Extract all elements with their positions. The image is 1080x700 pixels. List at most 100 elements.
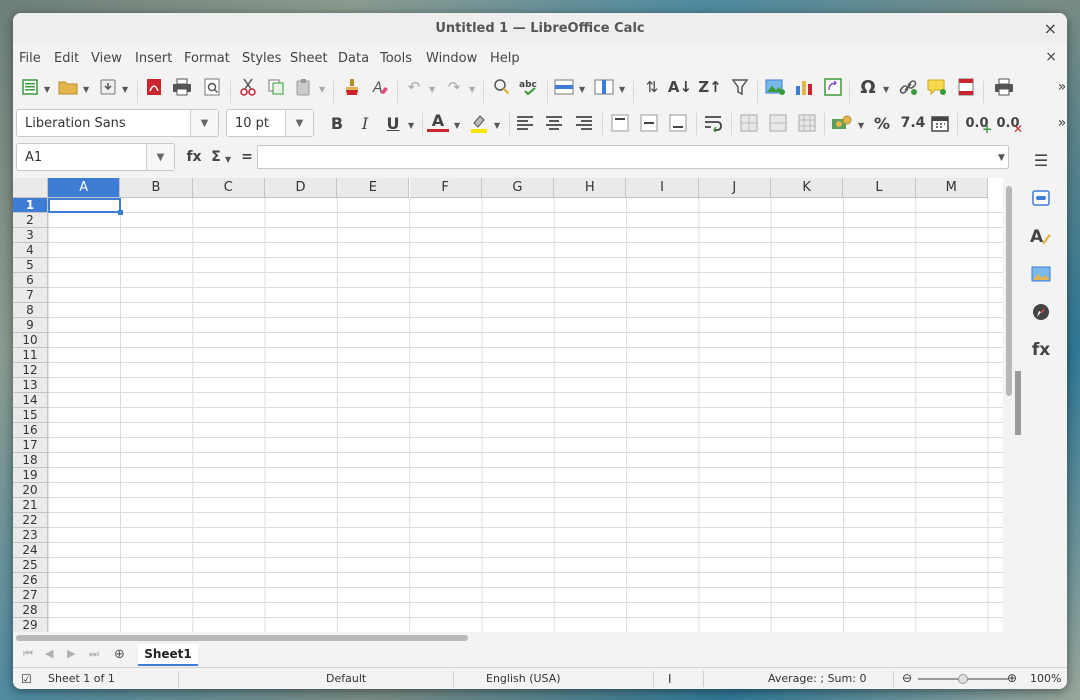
font-name-combo[interactable]: Liberation Sans ▼ (16, 109, 219, 137)
sort-ascending-icon[interactable]: A↓ (668, 76, 692, 98)
row-header-7[interactable]: 7 (13, 288, 48, 303)
insert-image-icon[interactable] (764, 76, 786, 98)
sort-descending-icon[interactable]: Z↑ (698, 76, 721, 98)
add-decimal-button[interactable]: 0.0 + (964, 112, 992, 137)
special-character-icon[interactable]: Ω (857, 76, 879, 98)
column-header-b[interactable]: B (120, 178, 193, 198)
row-header-5[interactable]: 5 (13, 258, 48, 273)
styles-icon[interactable]: A (1030, 225, 1052, 247)
sidebar-collapse-handle[interactable] (1015, 371, 1021, 435)
open-folder-icon[interactable] (57, 76, 79, 98)
expand-formula-icon[interactable]: ▼ (998, 153, 1005, 163)
row-header-28[interactable]: 28 (13, 603, 48, 618)
horizontal-scrollbar[interactable] (13, 632, 1003, 644)
row-header-20[interactable]: 20 (13, 483, 48, 498)
new-dropdown-icon[interactable]: ▼ (44, 85, 50, 94)
menu-sheet[interactable]: Sheet (290, 51, 328, 66)
row-header-17[interactable]: 17 (13, 438, 48, 453)
toolbar-overflow-icon[interactable]: » (1051, 112, 1067, 134)
row-header-8[interactable]: 8 (13, 303, 48, 318)
function-wizard-button[interactable]: fx (183, 146, 205, 168)
row-header-13[interactable]: 13 (13, 378, 48, 393)
paste-dropdown-icon[interactable]: ▼ (319, 85, 325, 94)
column-header-m[interactable]: M (915, 178, 988, 198)
functions-icon[interactable]: fx (1030, 339, 1052, 361)
paste-icon[interactable] (293, 76, 315, 98)
hyperlink-icon[interactable] (897, 76, 919, 98)
close-document-icon[interactable]: × (1045, 49, 1057, 65)
menu-edit[interactable]: Edit (54, 51, 79, 66)
undo-icon[interactable]: ↶ (403, 76, 425, 98)
clear-formatting-icon[interactable]: A (369, 76, 391, 98)
gallery-icon[interactable] (1030, 263, 1052, 285)
export-pdf-icon[interactable] (143, 76, 165, 98)
highlight-color-icon[interactable] (468, 112, 490, 134)
zoom-in-icon[interactable]: ⊕ (1007, 671, 1017, 685)
underline-button[interactable]: U (382, 112, 404, 134)
date-format-icon[interactable] (929, 112, 951, 134)
chevron-down-icon[interactable]: ▼ (146, 144, 174, 170)
special-character-dropdown-icon[interactable]: ▼ (883, 85, 889, 94)
close-window-icon[interactable]: × (1044, 19, 1057, 38)
selection-mode-icon[interactable]: Ⅰ (668, 672, 672, 686)
print-icon[interactable] (171, 76, 193, 98)
menu-data[interactable]: Data (338, 51, 369, 66)
add-sheet-icon[interactable]: ⊕ (114, 647, 125, 662)
vertical-scroll-thumb[interactable] (1006, 186, 1012, 396)
row-header-11[interactable]: 11 (13, 348, 48, 363)
row-header-16[interactable]: 16 (13, 423, 48, 438)
redo-dropdown-icon[interactable]: ▼ (469, 85, 475, 94)
column-header-e[interactable]: E (337, 178, 410, 198)
wrap-text-icon[interactable] (703, 112, 725, 134)
row-header-22[interactable]: 22 (13, 513, 48, 528)
sum-dropdown-icon[interactable]: ▼ (225, 155, 231, 164)
row-dropdown-icon[interactable]: ▼ (579, 85, 585, 94)
row-header-18[interactable]: 18 (13, 453, 48, 468)
spreadsheet-grid[interactable]: ABCDEFGHIJKLM 1 2 3 4 5 6 7 8 9 10 11 12 13 14 15 16 17 1… (13, 178, 1003, 632)
row-header-1[interactable]: 1 (13, 198, 48, 213)
page-style[interactable]: Default (326, 672, 366, 685)
save-icon[interactable] (97, 76, 119, 98)
column-header-i[interactable]: I (626, 178, 699, 198)
row-header-9[interactable]: 9 (13, 318, 48, 333)
first-sheet-icon[interactable]: ⏮ (23, 647, 33, 661)
align-right-icon[interactable] (573, 112, 595, 134)
number-format-button[interactable]: 7.4 (900, 112, 926, 134)
column-header-d[interactable]: D (264, 178, 338, 198)
menu-file[interactable]: File (19, 51, 41, 66)
sort-icon[interactable]: ⇅ (641, 76, 663, 98)
column-icon[interactable] (593, 76, 615, 98)
highlight-dropdown-icon[interactable]: ▼ (494, 121, 500, 130)
zoom-level[interactable]: 100% (1030, 672, 1061, 685)
row-header-26[interactable]: 26 (13, 573, 48, 588)
row-header-24[interactable]: 24 (13, 543, 48, 558)
menu-help[interactable]: Help (490, 51, 520, 66)
column-header-g[interactable]: G (481, 178, 555, 198)
toolbar-overflow-icon[interactable]: » (1051, 76, 1067, 98)
row-header-15[interactable]: 15 (13, 408, 48, 423)
column-header-h[interactable]: H (554, 178, 627, 198)
save-dropdown-icon[interactable]: ▼ (122, 85, 128, 94)
align-center-icon[interactable] (543, 112, 565, 134)
document-modified-icon[interactable]: ☑ (21, 672, 32, 686)
font-color-icon[interactable]: A (427, 111, 449, 132)
currency-format-icon[interactable] (831, 112, 853, 134)
unmerge-cells-icon[interactable] (796, 112, 818, 134)
font-size-combo[interactable]: 10 pt ▼ (226, 109, 314, 137)
row-header-14[interactable]: 14 (13, 393, 48, 408)
menu-styles[interactable]: Styles (242, 51, 281, 66)
merge-center-icon[interactable] (738, 112, 760, 134)
copy-icon[interactable] (265, 76, 287, 98)
column-header-f[interactable]: F (409, 178, 482, 198)
row-header-6[interactable]: 6 (13, 273, 48, 288)
comment-icon[interactable] (926, 76, 948, 98)
active-cell-cursor[interactable] (48, 198, 123, 215)
align-top-icon[interactable] (609, 112, 631, 134)
column-dropdown-icon[interactable]: ▼ (619, 85, 625, 94)
headers-footers-icon[interactable] (955, 76, 977, 98)
row-header-25[interactable]: 25 (13, 558, 48, 573)
navigator-icon[interactable] (1030, 301, 1052, 323)
row-header-10[interactable]: 10 (13, 333, 48, 348)
menu-insert[interactable]: Insert (135, 51, 172, 66)
undo-dropdown-icon[interactable]: ▼ (429, 85, 435, 94)
